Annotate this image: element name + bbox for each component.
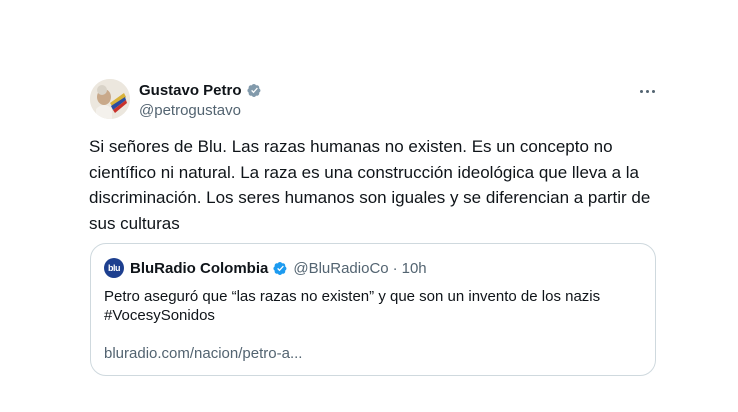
quoted-timestamp[interactable]: 10h bbox=[402, 260, 427, 277]
quoted-url-link[interactable]: bluradio.com/nacion/petro-a... bbox=[104, 345, 302, 362]
verified-badge-icon[interactable] bbox=[246, 82, 263, 99]
author-info: Gustavo Petro @petrogustavo bbox=[139, 80, 263, 119]
more-dot-icon bbox=[639, 89, 643, 93]
quoted-avatar[interactable]: blu bbox=[104, 258, 124, 278]
more-dot-icon bbox=[651, 89, 655, 93]
author-avatar[interactable] bbox=[90, 79, 130, 119]
more-dot-icon bbox=[645, 89, 649, 93]
quoted-text-line: Petro aseguró que “las razas no existen”… bbox=[104, 288, 601, 305]
author-display-name[interactable]: Gustavo Petro bbox=[139, 82, 242, 99]
separator-dot: · bbox=[392, 259, 398, 277]
quoted-tweet-text: Petro aseguró que “las razas no existen”… bbox=[104, 287, 644, 325]
quoted-tweet-header: blu BluRadio Colombia @BluRadioCo · 10h bbox=[104, 258, 427, 278]
tweet-card: Gustavo Petro @petrogustavo Si señores d… bbox=[0, 0, 738, 412]
hashtag-link[interactable]: #VocesySonidos bbox=[104, 306, 644, 325]
profile-photo-icon bbox=[90, 79, 130, 119]
more-options-button[interactable] bbox=[632, 80, 662, 102]
author-handle[interactable]: @petrogustavo bbox=[139, 102, 263, 119]
quoted-handle[interactable]: @BluRadioCo bbox=[293, 260, 388, 277]
tweet-text: Si señores de Blu. Las razas humanas no … bbox=[89, 137, 651, 233]
quoted-avatar-logo: blu bbox=[108, 263, 121, 273]
quoted-display-name[interactable]: BluRadio Colombia bbox=[130, 260, 268, 277]
verified-badge-icon[interactable] bbox=[272, 260, 289, 277]
quoted-tweet[interactable]: blu BluRadio Colombia @BluRadioCo · 10h … bbox=[90, 243, 656, 376]
